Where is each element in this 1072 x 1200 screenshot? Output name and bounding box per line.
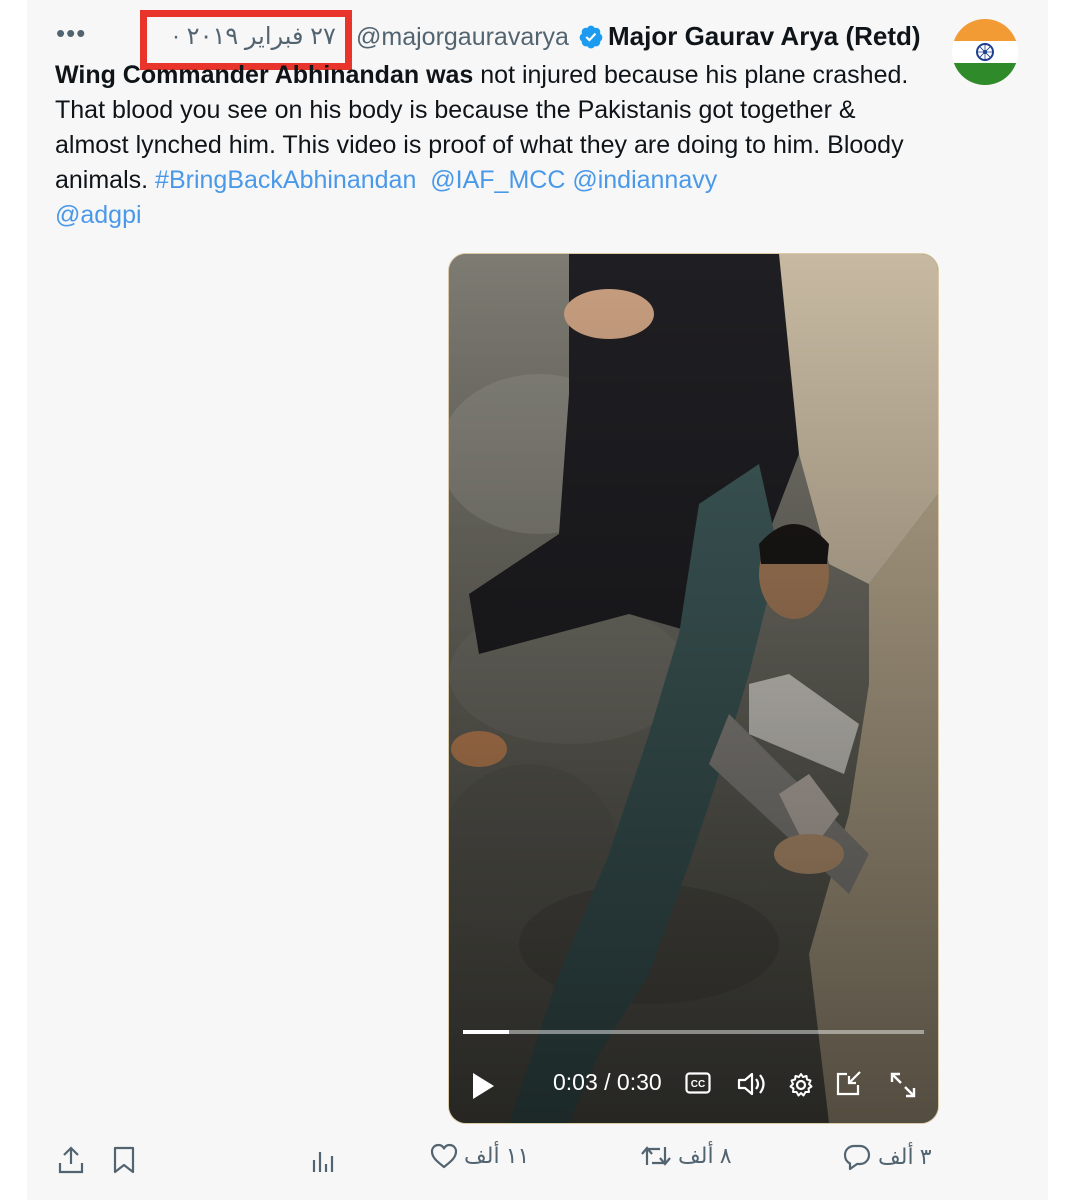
reply-button[interactable]: ٣ ألف xyxy=(842,1143,932,1171)
volume-icon[interactable] xyxy=(737,1071,767,1097)
retweet-button[interactable]: ٨ ألف xyxy=(640,1143,732,1169)
tweet-text-bold: Wing Commander Abhinandan was xyxy=(55,61,474,89)
mention-link-iaf[interactable]: @IAF_MCC xyxy=(430,166,565,194)
more-options-button[interactable]: ••• xyxy=(56,20,86,46)
picture-in-picture-icon[interactable] xyxy=(835,1071,863,1097)
verified-badge-icon xyxy=(579,25,603,49)
india-flag-avatar[interactable] xyxy=(952,19,1018,85)
svg-text:CC: CC xyxy=(691,1079,705,1090)
mention-link-adgpi[interactable]: @adgpi xyxy=(55,201,142,229)
closed-captions-icon[interactable]: CC xyxy=(685,1072,711,1094)
video-progress-track[interactable] xyxy=(463,1030,924,1034)
like-button[interactable]: ١١ ألف xyxy=(430,1143,529,1169)
like-count: ١١ ألف xyxy=(464,1143,530,1168)
heart-icon xyxy=(430,1143,458,1169)
reply-comment-icon xyxy=(843,1144,871,1171)
retweet-icon xyxy=(641,1146,671,1166)
user-handle[interactable]: @majorgauravarya xyxy=(356,22,569,52)
retweet-count: ٨ ألف xyxy=(678,1143,732,1168)
video-time: 0:03 / 0:30 xyxy=(553,1069,662,1095)
video-frame xyxy=(449,254,938,1123)
views-analytics-icon[interactable] xyxy=(311,1146,337,1174)
fullscreen-expand-icon[interactable] xyxy=(889,1071,917,1099)
hashtag-link[interactable]: #BringBackAbhinandan xyxy=(155,166,416,194)
display-name[interactable]: Major Gaurav Arya (Retd) xyxy=(608,20,921,52)
video-progress-fill xyxy=(463,1030,510,1034)
share-icon[interactable] xyxy=(58,1146,84,1174)
tweet-body: Wing Commander Abhinandan was not injure… xyxy=(55,58,935,233)
bookmark-icon[interactable] xyxy=(112,1146,136,1174)
play-icon[interactable] xyxy=(471,1072,495,1100)
mention-link-navy[interactable]: @indiannavy xyxy=(572,166,717,194)
video-player[interactable]: 0:03 / 0:30 CC xyxy=(448,253,939,1124)
reply-count: ٣ ألف xyxy=(878,1144,932,1169)
settings-gear-icon[interactable] xyxy=(788,1072,814,1098)
